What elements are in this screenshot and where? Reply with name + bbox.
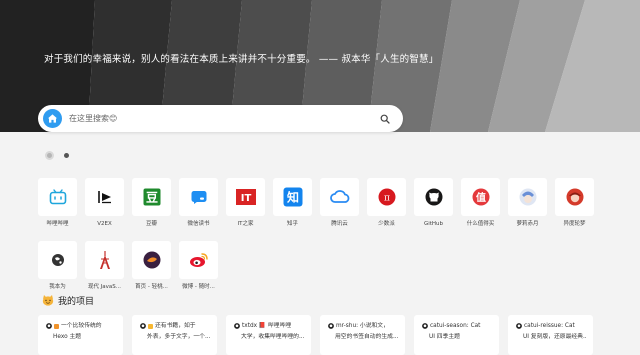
github-icon xyxy=(46,323,52,329)
shortcut-light-app[interactable]: 首页 - 轻桃... xyxy=(132,241,171,291)
shortcut-v2ex[interactable]: V2EX xyxy=(85,178,124,228)
github-icon xyxy=(516,323,522,329)
shortcut-bilibili[interactable]: 哔哩哔哩 xyxy=(38,178,77,228)
search-icon xyxy=(380,114,390,124)
shortcut-anime-1[interactable]: 萝莉赤月 xyxy=(508,178,547,228)
shortcut-label: 微信读书 xyxy=(187,221,210,227)
shortcut-label: GitHub xyxy=(423,221,444,227)
emoji-badge-icon xyxy=(148,323,153,329)
anime-avatar-icon xyxy=(519,188,536,206)
shortcut-label: 微博 - 随时... xyxy=(182,284,215,290)
globe-icon xyxy=(51,254,64,266)
project-name: txtdx 📕 哔哩哔哩 xyxy=(242,323,292,329)
github-icon xyxy=(328,323,334,329)
shortcut-label: 什么值得买 xyxy=(466,221,495,227)
shortcut-label: 异度轮梦 xyxy=(563,221,586,227)
projects-list: 一个比较传统的 Hexo 主题 还有书籍，如于 外表，多于文字，一个... tx… xyxy=(38,315,593,355)
svg-text:知: 知 xyxy=(285,190,298,205)
shortcut-douban[interactable]: 豆 豆瓣 xyxy=(132,178,171,228)
svg-text:IT: IT xyxy=(240,193,251,204)
sspai-icon: π xyxy=(378,188,395,206)
shortcut-modern-javascript[interactable]: 现代 JavaS... xyxy=(85,241,124,291)
project-name: 一个比较传统的 xyxy=(61,323,102,329)
shortcut-weread[interactable]: 微信读书 xyxy=(179,178,218,228)
project-card[interactable]: catui-season: Cat UI 四季主题 xyxy=(414,315,499,355)
shortcut-label: 萝莉赤月 xyxy=(516,221,539,227)
search-bar xyxy=(38,105,403,132)
project-description: 大学，收集哔哩哔哩的... xyxy=(241,334,305,340)
weread-icon xyxy=(191,191,206,204)
shortcut-tencent-cloud[interactable]: 腾讯云 xyxy=(320,178,359,228)
smile-cat-icon xyxy=(42,295,54,306)
shortcut-wobenwei[interactable]: 我本为 xyxy=(38,241,77,291)
shortcut-label: 腾讯云 xyxy=(331,221,348,227)
home-icon xyxy=(47,114,58,123)
shortcut-weibo[interactable]: 微博 - 随时... xyxy=(179,241,218,291)
project-description: UI 四季主题 xyxy=(429,334,460,340)
search-button[interactable] xyxy=(377,111,392,126)
github-icon xyxy=(422,323,428,329)
v2ex-icon xyxy=(97,191,111,204)
search-input[interactable] xyxy=(69,109,369,128)
weibo-icon xyxy=(189,253,208,267)
project-description: 外表，多于文字，一个... xyxy=(147,334,211,340)
shortcut-label: 现代 JavaS... xyxy=(87,284,122,290)
anime-red-icon xyxy=(566,188,583,206)
page-dot-1[interactable] xyxy=(45,151,54,160)
shortcut-ithome[interactable]: IT IT之家 xyxy=(226,178,265,228)
shortcut-label: 首页 - 轻桃... xyxy=(135,284,168,290)
project-description: 用空的书签自动的生成... xyxy=(335,334,399,340)
smzdm-icon: 值 xyxy=(472,188,489,206)
shortcut-grid: 哔哩哔哩 V2EX 豆 豆瓣 微信读书 IT IT之家 知 知乎 腾讯云 π 少… xyxy=(38,178,598,291)
github-icon xyxy=(234,323,240,329)
project-card[interactable]: 一个比较传统的 Hexo 主题 xyxy=(38,315,123,355)
bilibili-icon xyxy=(49,189,66,205)
shortcut-zhihu[interactable]: 知 知乎 xyxy=(273,178,312,228)
zhihu-icon: 知 xyxy=(283,187,302,207)
project-card[interactable]: catui-reissue: Cat UI 复刻版，还原最经典... xyxy=(508,315,593,355)
shortcut-label: 豆瓣 xyxy=(145,221,157,227)
github-icon xyxy=(425,188,442,206)
shortcut-label: 我本为 xyxy=(49,284,66,290)
svg-text:豆: 豆 xyxy=(145,191,157,205)
projects-title: 我的项目 xyxy=(58,297,95,307)
shortcut-github[interactable]: GitHub xyxy=(414,178,453,228)
hero-quote: 对于我们的幸福来说，别人的看法在本质上来讲并不十分重要。 —— 叔本华「人生的智… xyxy=(44,54,439,65)
shortcut-label: 哔哩哔哩 xyxy=(46,221,69,227)
project-name: mr-shu: 小说和文， xyxy=(336,323,389,329)
emoji-badge-icon xyxy=(54,323,59,329)
shortcut-smzdm[interactable]: 值 什么值得买 xyxy=(461,178,500,228)
tower-icon xyxy=(99,251,110,269)
page-dot-2[interactable] xyxy=(64,153,69,158)
ithome-icon: IT xyxy=(235,189,256,205)
project-name: catui-reissue: Cat xyxy=(524,323,575,329)
shortcut-sspai[interactable]: π 少数派 xyxy=(367,178,406,228)
shortcut-anime-2[interactable]: 异度轮梦 xyxy=(555,178,594,228)
projects-header: 我的项目 xyxy=(42,294,94,307)
shortcut-label: IT之家 xyxy=(237,221,254,227)
project-card[interactable]: mr-shu: 小说和文， 用空的书签自动的生成... xyxy=(320,315,405,355)
shortcut-label: 知乎 xyxy=(286,221,298,227)
svg-text:π: π xyxy=(384,194,390,204)
shortcut-label: V2EX xyxy=(97,221,112,227)
douban-icon: 豆 xyxy=(143,188,160,206)
shortcut-label: 少数派 xyxy=(378,221,395,227)
search-engine-button[interactable] xyxy=(43,109,62,128)
project-card[interactable]: txtdx 📕 哔哩哔哩 大学，收集哔哩哔哩的... xyxy=(226,315,311,355)
project-description: UI 复刻版，还原最经典... xyxy=(523,334,587,340)
project-description: Hexo 主题 xyxy=(53,334,82,340)
project-name: catui-season: Cat xyxy=(430,323,481,329)
github-icon xyxy=(140,323,146,329)
svg-text:值: 值 xyxy=(476,191,486,204)
project-name: 还有书籍，如于 xyxy=(155,323,196,329)
tencent-cloud-icon xyxy=(329,190,349,203)
project-card[interactable]: 还有书籍，如于 外表，多于文字，一个... xyxy=(132,315,217,355)
light-app-icon xyxy=(143,251,160,269)
